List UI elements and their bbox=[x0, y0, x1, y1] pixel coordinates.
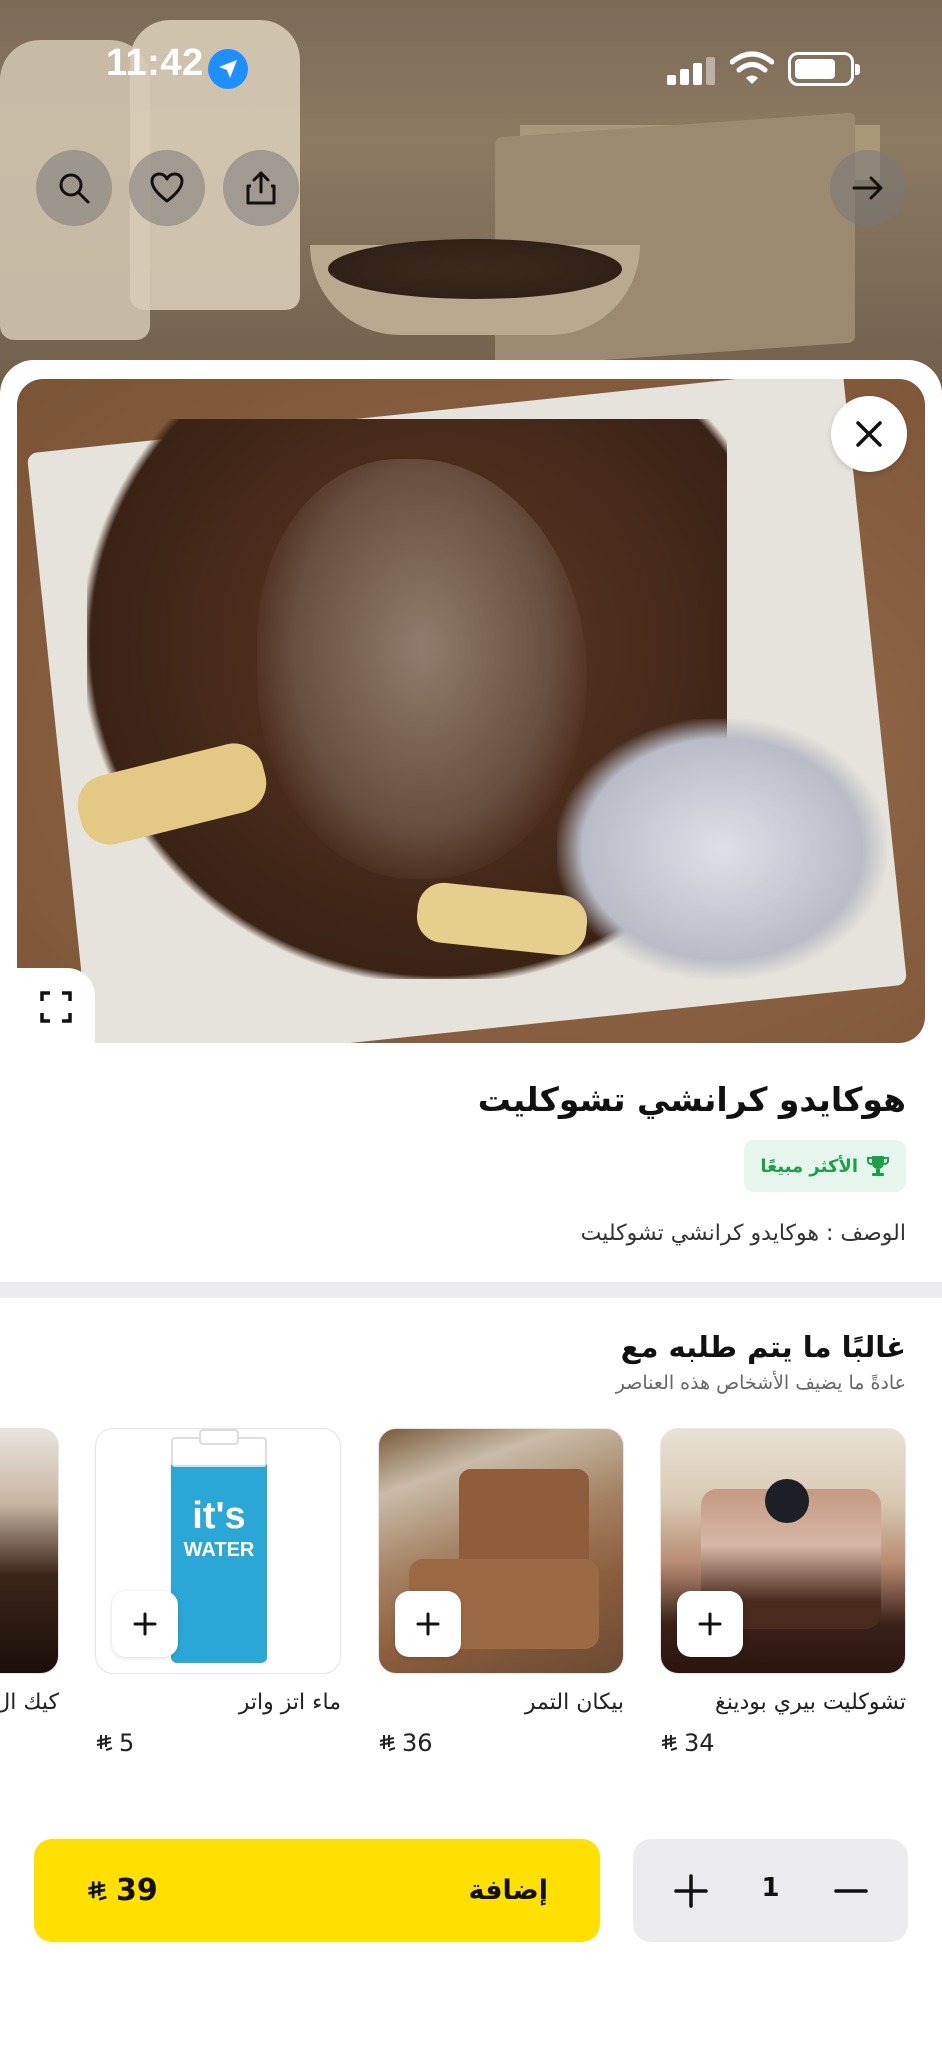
cellular-signal-icon bbox=[667, 55, 715, 85]
suggestion-card[interactable]: بيكان التمر 36 bbox=[378, 1428, 624, 1757]
arrow-right-icon bbox=[852, 176, 883, 200]
add-item-button[interactable] bbox=[112, 1591, 178, 1657]
suggestion-price: 36 bbox=[378, 1729, 624, 1757]
quantity-stepper[interactable]: 1 bbox=[633, 1839, 908, 1942]
riyal-icon bbox=[88, 1880, 107, 1901]
add-to-cart-label: إضافة bbox=[468, 1875, 548, 1906]
add-item-button[interactable] bbox=[395, 1591, 461, 1657]
suggestion-image bbox=[0, 1428, 59, 1674]
suggestion-image: it's WATER bbox=[95, 1428, 341, 1674]
minus-icon bbox=[834, 1889, 868, 1893]
trophy-icon bbox=[867, 1156, 889, 1176]
riyal-icon bbox=[661, 1735, 678, 1751]
plus-icon bbox=[133, 1612, 157, 1636]
suggestion-price: 34 bbox=[660, 1729, 906, 1757]
close-button[interactable] bbox=[831, 396, 907, 472]
section-subtitle: عادةً ما يضيف الأشخاص هذه العناصر bbox=[615, 1372, 906, 1394]
search-button[interactable] bbox=[36, 150, 112, 226]
add-to-cart-button[interactable]: 39 إضافة bbox=[34, 1839, 600, 1942]
suggestion-price: 41 bbox=[0, 1729, 59, 1757]
battery-icon bbox=[788, 52, 860, 86]
search-icon bbox=[59, 173, 90, 204]
decrease-quantity-button[interactable] bbox=[823, 1863, 879, 1919]
plus-icon bbox=[698, 1612, 722, 1636]
product-description: الوصف : هوكايدو كرانشي تشوكليت bbox=[580, 1221, 906, 1246]
back-button[interactable] bbox=[830, 150, 906, 226]
suggestion-image bbox=[378, 1428, 624, 1674]
wifi-icon bbox=[729, 50, 775, 90]
badge-label: الأكثر مبيعًا bbox=[760, 1155, 858, 1177]
product-title: هوكايدو كرانشي تشوكليت bbox=[477, 1080, 906, 1119]
product-image bbox=[17, 379, 925, 1043]
riyal-icon bbox=[96, 1735, 113, 1751]
expand-image-button[interactable] bbox=[17, 968, 95, 1046]
cart-total-price: 39 bbox=[86, 1873, 158, 1908]
suggestions-rail[interactable]: تشوكليت بيري بودينغ 34 بيكان التمر 36 it… bbox=[0, 1428, 942, 1768]
heart-icon bbox=[150, 172, 184, 203]
suggestion-name: ماء اتز واتر bbox=[238, 1690, 341, 1715]
section-title: غالبًا ما يتم طلبه مع bbox=[620, 1330, 906, 1364]
suggestion-card[interactable]: تشوكليت بيري بودينغ 34 bbox=[660, 1428, 906, 1757]
water-brand-line2: WATER bbox=[183, 1539, 255, 1561]
favorite-button[interactable] bbox=[129, 150, 205, 226]
suggestion-card[interactable]: it's WATER ماء اتز واتر 5 bbox=[95, 1428, 341, 1757]
fullscreen-icon bbox=[40, 991, 72, 1023]
riyal-icon bbox=[379, 1735, 396, 1751]
share-icon bbox=[246, 171, 276, 205]
water-brand-line1: it's bbox=[192, 1495, 246, 1537]
add-item-button[interactable] bbox=[677, 1591, 743, 1657]
suggestion-name: تشوكليت بيري بودينغ bbox=[715, 1690, 906, 1715]
section-divider bbox=[0, 1282, 942, 1298]
close-icon bbox=[856, 421, 882, 447]
suggestion-image bbox=[660, 1428, 906, 1674]
suggestion-name: كيك ال bbox=[0, 1690, 59, 1715]
suggestion-card[interactable]: كيك ال 41 bbox=[0, 1428, 59, 1757]
share-button[interactable] bbox=[223, 150, 299, 226]
plus-icon bbox=[416, 1612, 440, 1636]
location-arrow-icon bbox=[208, 49, 248, 89]
suggestion-price: 5 bbox=[95, 1729, 341, 1757]
status-time: 11:42 bbox=[106, 42, 204, 84]
best-seller-badge: الأكثر مبيعًا bbox=[744, 1140, 906, 1192]
status-bar: 11:42 bbox=[0, 0, 942, 140]
suggestion-name: بيكان التمر bbox=[524, 1690, 624, 1715]
